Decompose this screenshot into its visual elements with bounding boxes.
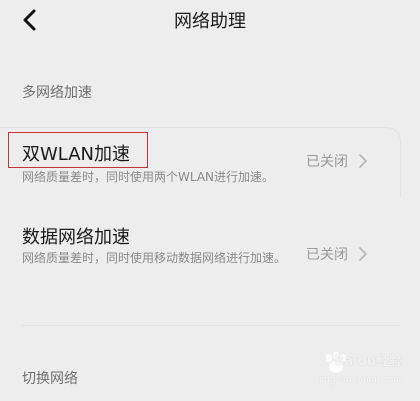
dual-wlan-description: 网络质量差时，同时使用两个WLAN进行加速。	[22, 170, 275, 184]
data-network-status: 已关闭	[306, 247, 348, 263]
top-navigation-bar: 网络助理	[0, 0, 420, 42]
watermark-brand: Baidu经验	[334, 354, 402, 369]
watermark-url: jingyan.baidu.com	[318, 375, 402, 385]
section-header-switch-network: 切换网络	[22, 371, 78, 387]
data-network-description: 网络质量差时，同时使用移动数据网络进行加速。	[22, 251, 287, 265]
dual-wlan-status: 已关闭	[306, 154, 348, 170]
chevron-right-icon	[359, 247, 367, 261]
highlight-annotation-box	[8, 132, 148, 168]
page-title: 网络助理	[174, 11, 246, 32]
data-network-title: 数据网络加速	[22, 227, 130, 248]
chevron-right-icon	[359, 154, 367, 168]
baidu-watermark: Baidu经验 jingyan.baidu.com	[318, 351, 410, 391]
network-assistant-screen: 网络助理 多网络加速 双WLAN加速 网络质量差时，同时使用两个WLAN进行加速…	[0, 0, 420, 401]
data-network-row[interactable]: 数据网络加速 网络质量差时，同时使用移动数据网络进行加速。 已关闭	[0, 218, 400, 294]
section-divider	[22, 325, 400, 326]
section-header-multi-network: 多网络加速	[22, 85, 92, 101]
